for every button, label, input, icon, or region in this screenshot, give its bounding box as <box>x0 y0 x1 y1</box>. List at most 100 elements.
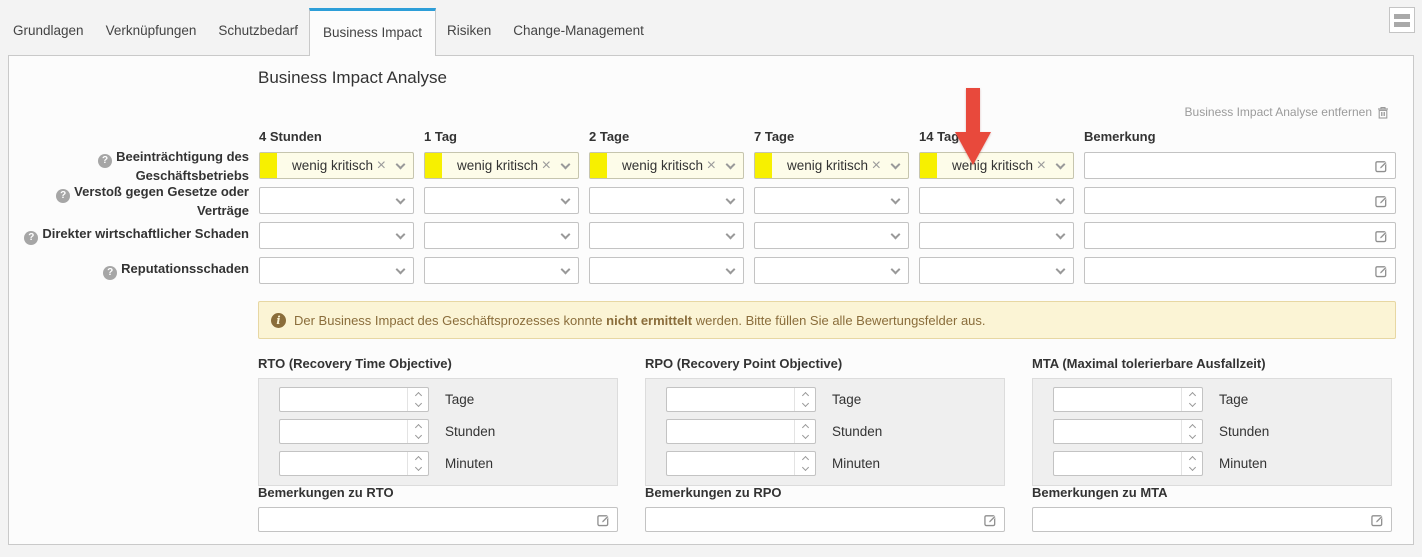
select-schaden-2-tage[interactable] <box>589 222 744 249</box>
objectives-row: RTO (Recovery Time Objective) Tage Stund… <box>258 356 1392 486</box>
spinner-arrows-icon[interactable] <box>1181 452 1202 475</box>
clear-selection-icon[interactable]: × <box>542 158 551 174</box>
spinner-arrows-icon[interactable] <box>407 388 428 411</box>
bemerkung-field-schaden[interactable] <box>1084 222 1396 249</box>
rto-stunden-input[interactable] <box>280 420 428 443</box>
bemerkung-field-beeintraechtigung[interactable] <box>1084 152 1396 179</box>
mta-notes-input[interactable] <box>1033 508 1391 531</box>
tab-schutzbedarf[interactable]: Schutzbedarf <box>207 0 309 55</box>
select-beeintraechtigung-1-tag[interactable]: wenig kritisch × <box>424 152 579 179</box>
tab-change-management[interactable]: Change-Management <box>502 0 655 55</box>
select-schaden-7-tage[interactable] <box>754 222 909 249</box>
select-reputation-2-tage[interactable] <box>589 257 744 284</box>
select-beeintraechtigung-7-tage[interactable]: wenig kritisch × <box>754 152 909 179</box>
bemerkung-input[interactable] <box>1085 223 1395 248</box>
rpo-tage-input[interactable] <box>667 388 815 411</box>
bemerkung-input[interactable] <box>1085 188 1395 213</box>
select-verstoss-7-tage[interactable] <box>754 187 909 214</box>
edit-icon[interactable] <box>1375 264 1388 277</box>
edit-icon[interactable] <box>984 513 997 526</box>
rpo-stunden-input[interactable] <box>667 420 815 443</box>
chevron-down-icon[interactable] <box>397 161 404 168</box>
edit-icon[interactable] <box>1371 513 1384 526</box>
rto-minuten-input[interactable] <box>280 452 428 475</box>
clear-selection-icon[interactable]: × <box>707 158 716 174</box>
rto-stunden-spinner[interactable] <box>279 419 429 444</box>
spinner-arrows-icon[interactable] <box>1181 420 1202 443</box>
help-icon[interactable]: ? <box>56 189 70 203</box>
spinner-label: Minuten <box>832 456 880 471</box>
edit-icon[interactable] <box>1375 229 1388 242</box>
mta-stunden-input[interactable] <box>1054 420 1202 443</box>
rto-tage-input[interactable] <box>280 388 428 411</box>
rpo-notes-field[interactable] <box>645 507 1005 532</box>
rpo-stunden-spinner[interactable] <box>666 419 816 444</box>
select-reputation-7-tage[interactable] <box>754 257 909 284</box>
select-reputation-14-tage[interactable] <box>919 257 1074 284</box>
rto-notes-input[interactable] <box>259 508 617 531</box>
bemerkung-input[interactable] <box>1085 153 1395 178</box>
rto-notes-field[interactable] <box>258 507 618 532</box>
select-reputation-1-tag[interactable] <box>424 257 579 284</box>
rating-color-swatch <box>755 153 772 178</box>
rto-minuten-spinner[interactable] <box>279 451 429 476</box>
spinner-arrows-icon[interactable] <box>407 420 428 443</box>
help-icon[interactable]: ? <box>24 231 38 245</box>
bemerkung-input[interactable] <box>1085 258 1395 283</box>
rpo-notes-input[interactable] <box>646 508 1004 531</box>
select-verstoss-1-tag[interactable] <box>424 187 579 214</box>
chevron-down-icon[interactable] <box>892 161 899 168</box>
rpo-tage-spinner[interactable] <box>666 387 816 412</box>
tab-risiken[interactable]: Risiken <box>436 0 502 55</box>
tab-verknuepfungen[interactable]: Verknüpfungen <box>95 0 208 55</box>
trash-icon <box>1377 106 1389 119</box>
select-schaden-14-tage[interactable] <box>919 222 1074 249</box>
select-beeintraechtigung-4-stunden[interactable]: wenig kritisch × <box>259 152 414 179</box>
rpo-minuten-input[interactable] <box>667 452 815 475</box>
spinner-arrows-icon[interactable] <box>794 388 815 411</box>
tab-business-impact[interactable]: Business Impact <box>309 8 436 56</box>
mta-minuten-input[interactable] <box>1054 452 1202 475</box>
chevron-down-icon[interactable] <box>727 161 734 168</box>
chevron-down-icon[interactable] <box>1057 161 1064 168</box>
column-header-4-stunden: 4 Stunden <box>259 129 414 144</box>
mta-tage-input[interactable] <box>1054 388 1202 411</box>
spinner-arrows-icon[interactable] <box>794 452 815 475</box>
select-verstoss-2-tage[interactable] <box>589 187 744 214</box>
clear-selection-icon[interactable]: × <box>872 158 881 174</box>
mta-notes-field[interactable] <box>1032 507 1392 532</box>
select-schaden-4-stunden[interactable] <box>259 222 414 249</box>
row-label-verstoss: ?Verstoß gegen Gesetze oder Verträge <box>9 184 249 218</box>
select-beeintraechtigung-2-tage[interactable]: wenig kritisch × <box>589 152 744 179</box>
clear-selection-icon[interactable]: × <box>377 158 386 174</box>
select-beeintraechtigung-14-tage[interactable]: wenig kritisch × <box>919 152 1074 179</box>
rto-tage-spinner[interactable] <box>279 387 429 412</box>
remove-bia-link[interactable]: Business Impact Analyse entfernen <box>1185 105 1389 119</box>
bemerkung-field-verstoss[interactable] <box>1084 187 1396 214</box>
spinner-arrows-icon[interactable] <box>794 420 815 443</box>
bemerkung-field-reputation[interactable] <box>1084 257 1396 284</box>
select-schaden-1-tag[interactable] <box>424 222 579 249</box>
spinner-arrows-icon[interactable] <box>407 452 428 475</box>
select-verstoss-14-tage[interactable] <box>919 187 1074 214</box>
spinner-label: Minuten <box>1219 456 1267 471</box>
select-reputation-4-stunden[interactable] <box>259 257 414 284</box>
panel-collapse-icon[interactable] <box>1389 7 1415 33</box>
tab-grundlagen[interactable]: Grundlagen <box>2 0 95 55</box>
mta-tage-spinner[interactable] <box>1053 387 1203 412</box>
edit-icon[interactable] <box>597 513 610 526</box>
mta-minuten-spinner[interactable] <box>1053 451 1203 476</box>
spinner-arrows-icon[interactable] <box>1181 388 1202 411</box>
edit-icon[interactable] <box>1375 159 1388 172</box>
help-icon[interactable]: ? <box>98 154 112 168</box>
select-verstoss-4-stunden[interactable] <box>259 187 414 214</box>
chevron-down-icon[interactable] <box>562 161 569 168</box>
edit-icon[interactable] <box>1375 194 1388 207</box>
clear-selection-icon[interactable]: × <box>1037 158 1046 174</box>
rpo-minuten-spinner[interactable] <box>666 451 816 476</box>
chevron-down-icon <box>727 266 734 273</box>
mta-stunden-spinner[interactable] <box>1053 419 1203 444</box>
tab-bar: Grundlagen Verknüpfungen Schutzbedarf Bu… <box>0 0 1422 55</box>
help-icon[interactable]: ? <box>103 266 117 280</box>
rating-color-swatch <box>590 153 607 178</box>
